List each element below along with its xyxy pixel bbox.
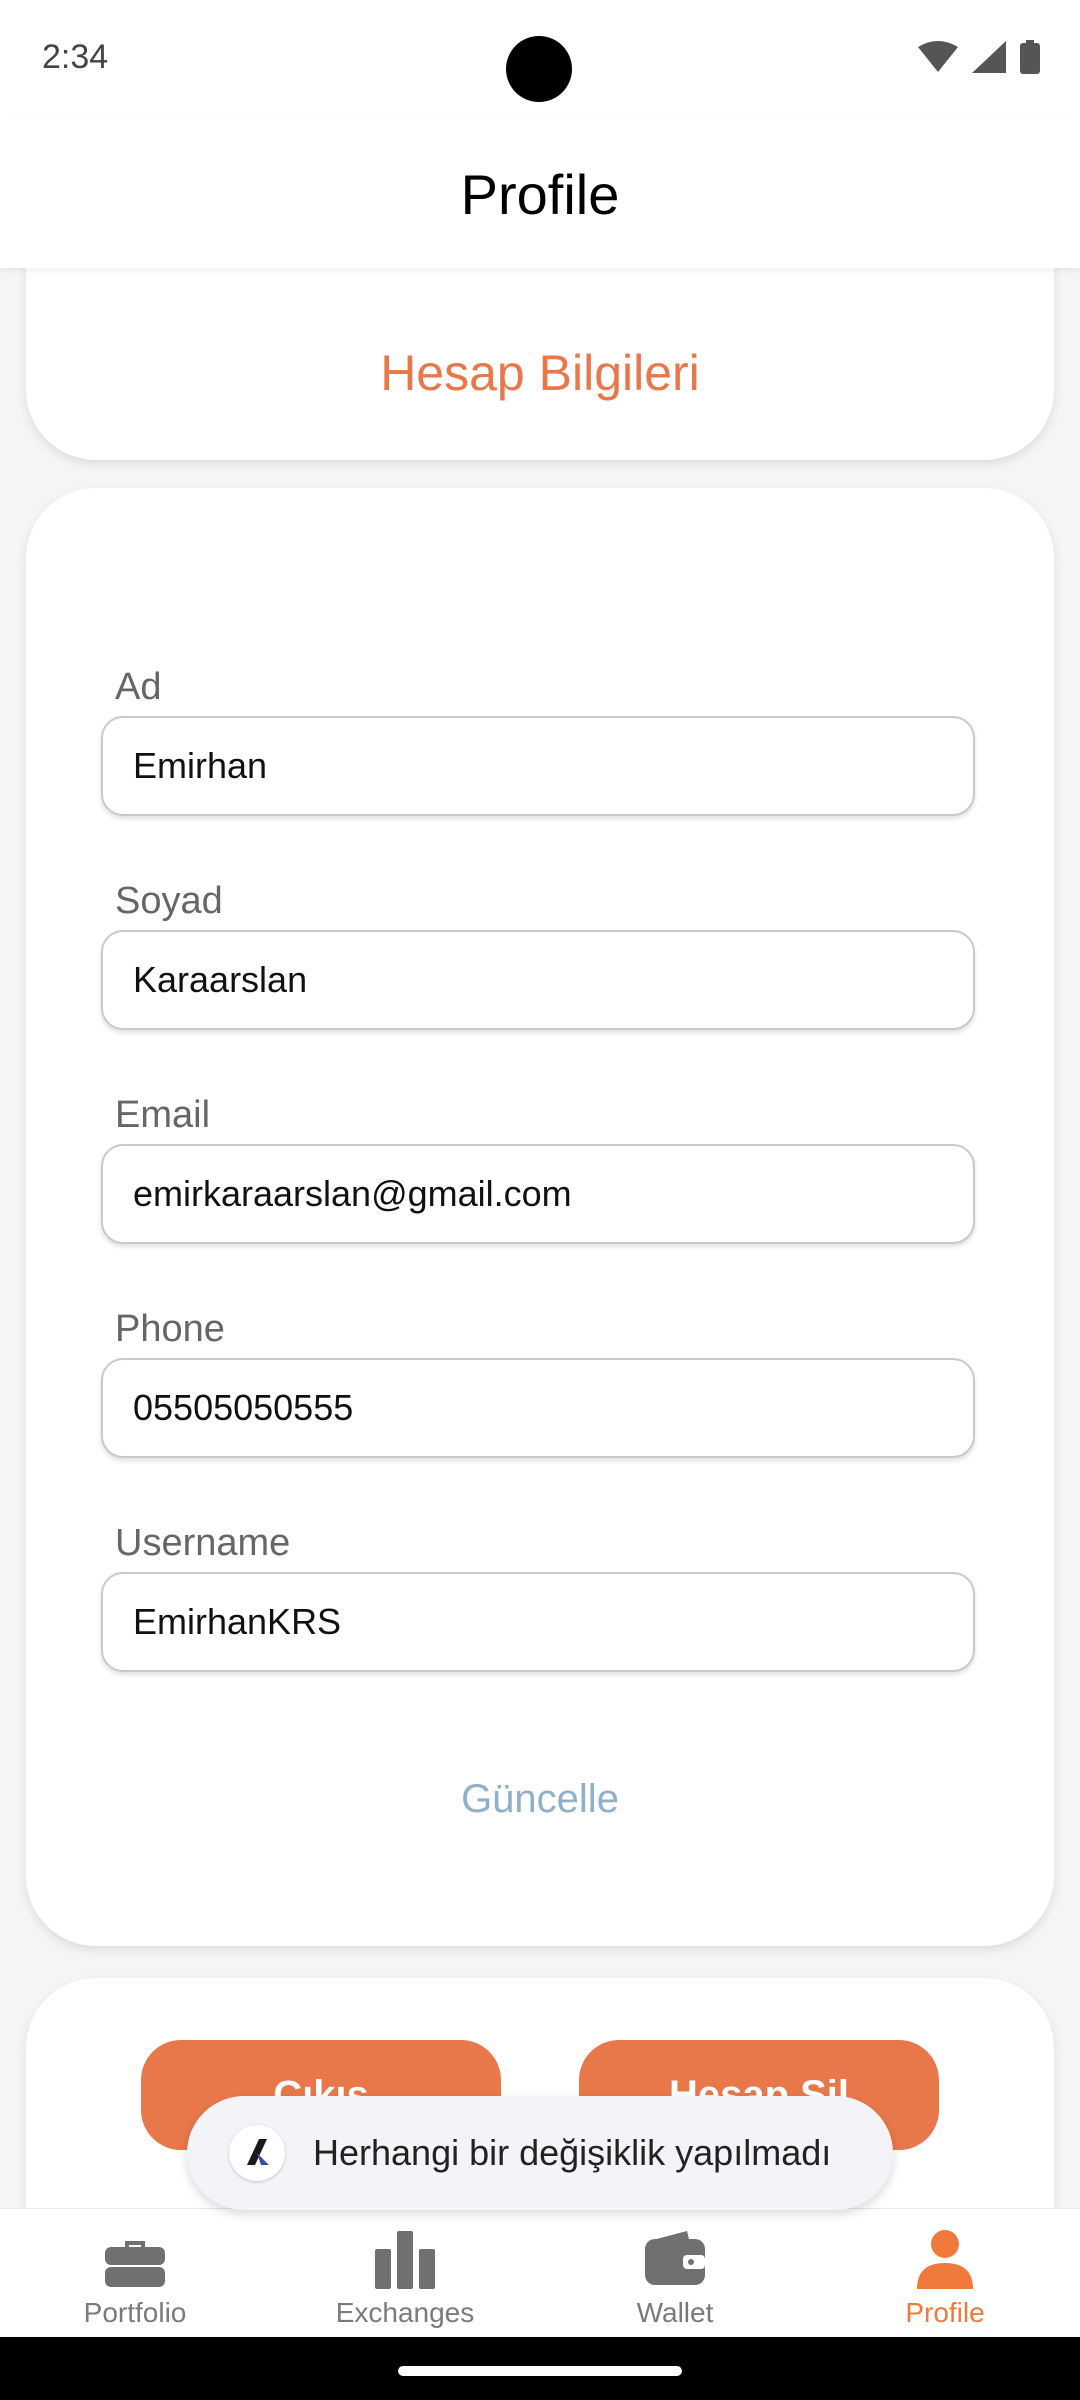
person-icon (917, 2230, 973, 2289)
profile-form-card: Ad Soyad Email Phone Username Güncelle (26, 488, 1054, 1946)
wallet-icon (645, 2231, 705, 2285)
gesture-bar (0, 2336, 1080, 2400)
update-button[interactable]: Güncelle (26, 1776, 1054, 1823)
nav-item-profile[interactable]: Profile (810, 2209, 1080, 2337)
email-label: Email (115, 1094, 211, 1136)
username-input[interactable] (101, 1572, 975, 1672)
last-name-input[interactable] (101, 930, 975, 1030)
nav-label-profile: Profile (905, 2297, 985, 2328)
nav-item-portfolio[interactable]: Portfolio (0, 2209, 270, 2337)
nav-label-exchanges: Exchanges (335, 2297, 475, 2328)
bar-chart-icon (375, 2231, 435, 2289)
nav-item-wallet[interactable]: Wallet (540, 2209, 810, 2337)
camera-cutout (506, 36, 572, 102)
account-info-title: Hesap Bilgileri (380, 345, 700, 401)
first-name-input[interactable] (101, 716, 975, 816)
nav-item-exchanges[interactable]: Exchanges (270, 2209, 540, 2337)
app-header: Profile (0, 120, 1080, 268)
app-logo-icon (229, 2125, 285, 2181)
toast-message: Herhangi bir değişiklik yapılmadı (187, 2096, 893, 2210)
username-label: Username (115, 1522, 291, 1564)
first-name-label: Ad (115, 666, 162, 708)
briefcase-icon (105, 2241, 165, 2287)
nav-label-portfolio: Portfolio (83, 2297, 187, 2328)
phone-input[interactable] (101, 1358, 975, 1458)
last-name-label: Soyad (115, 880, 223, 922)
toast-text: Herhangi bir değişiklik yapılmadı (313, 2132, 832, 2173)
wifi-icon (918, 41, 958, 72)
signal-icon (972, 41, 1006, 73)
status-bar: 2:34 (0, 0, 1080, 120)
battery-icon (1020, 40, 1040, 74)
page-title: Profile (460, 163, 620, 226)
home-gesture-handle[interactable] (398, 2366, 682, 2376)
profile-content[interactable]: Hesap Bilgileri Ad Soyad Email Phone Use… (0, 268, 1080, 2208)
status-time: 2:34 (42, 38, 109, 76)
nav-label-wallet: Wallet (636, 2297, 714, 2328)
phone-label: Phone (115, 1308, 225, 1350)
status-icons (918, 40, 1040, 74)
account-info-card: Hesap Bilgileri (26, 268, 1054, 460)
bottom-nav: Portfolio Exchanges Wallet Profile (0, 2208, 1080, 2337)
email-input[interactable] (101, 1144, 975, 1244)
